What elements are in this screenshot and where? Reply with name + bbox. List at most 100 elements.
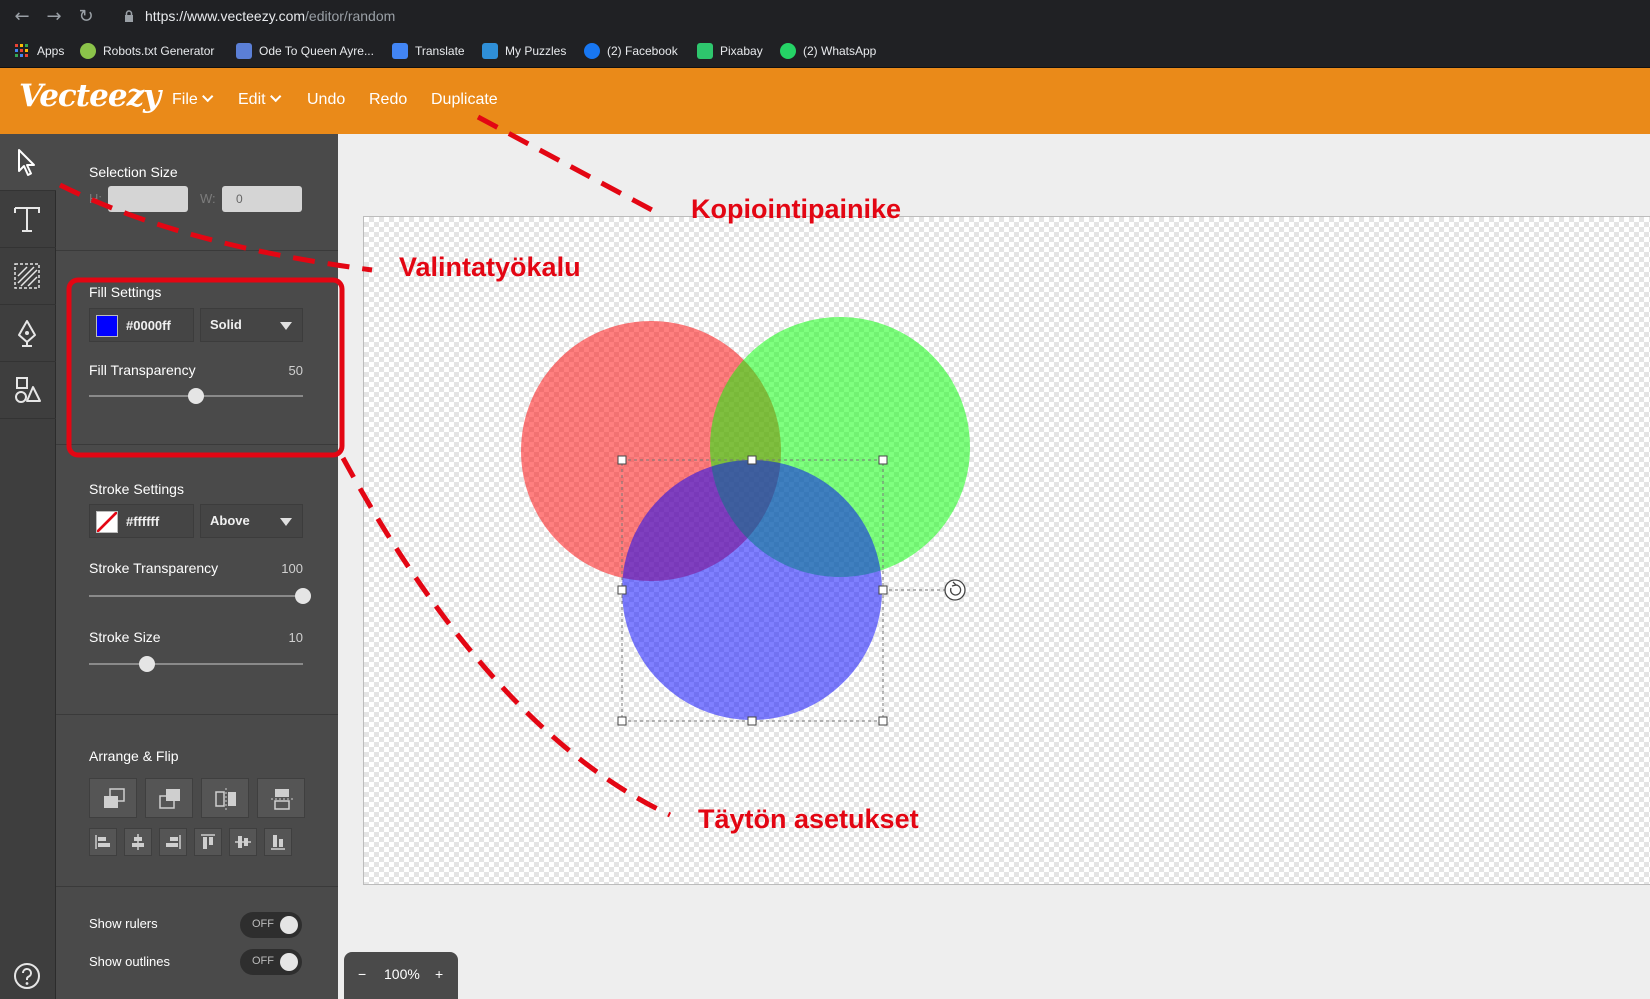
rotate-handle-icon[interactable] bbox=[944, 579, 966, 601]
send-backward-button[interactable] bbox=[89, 778, 137, 818]
bring-forward-icon bbox=[159, 789, 180, 809]
show-rulers-toggle[interactable]: OFF bbox=[240, 912, 302, 938]
align-right-icon bbox=[166, 835, 181, 849]
stroke-color-value: #ffffff bbox=[126, 514, 160, 529]
dropdown-arrow-icon bbox=[280, 322, 292, 330]
url-host: https://www.vecteezy.com bbox=[145, 8, 306, 24]
stroke-size-track[interactable] bbox=[89, 663, 303, 665]
divider bbox=[56, 444, 338, 445]
zoom-in-button[interactable]: + bbox=[435, 966, 443, 982]
align-bottom-button[interactable] bbox=[264, 828, 292, 856]
zoom-out-button[interactable]: − bbox=[358, 966, 366, 982]
chevron-down-icon bbox=[201, 90, 214, 103]
forward-arrow-icon[interactable]: → bbox=[40, 3, 68, 31]
shapes-tool-icon bbox=[15, 377, 41, 403]
selection-size-title: Selection Size bbox=[89, 164, 178, 180]
bookmark-label: My Puzzles bbox=[505, 44, 567, 58]
bookmark-whatsapp[interactable]: (2) WhatsApp bbox=[780, 41, 876, 61]
fill-transparency-slider-knob[interactable] bbox=[188, 388, 204, 404]
back-arrow-icon[interactable]: ← bbox=[8, 3, 36, 31]
bookmark-facebook[interactable]: (2) Facebook bbox=[584, 41, 678, 61]
duplicate-button[interactable]: Duplicate bbox=[431, 91, 498, 109]
help-icon[interactable] bbox=[13, 962, 41, 990]
vecteezy-logo[interactable]: Vecteezy bbox=[19, 78, 161, 114]
text-tool-icon bbox=[14, 207, 40, 232]
address-field[interactable]: https://www.vecteezy.com/editor/random bbox=[145, 8, 395, 24]
chevron-down-icon bbox=[269, 90, 281, 103]
width-label: W: bbox=[200, 191, 216, 206]
bookmark-ode[interactable]: Ode To Queen Ayre... bbox=[236, 41, 374, 61]
flip-horizontal-button[interactable] bbox=[201, 778, 249, 818]
flip-vertical-button[interactable] bbox=[257, 778, 305, 818]
show-outlines-label: Show outlines bbox=[89, 954, 170, 969]
stroke-transparency-value: 100 bbox=[281, 561, 303, 576]
translate-icon bbox=[392, 43, 408, 59]
stroke-size-slider-knob[interactable] bbox=[138, 656, 155, 672]
flip-vertical-icon bbox=[271, 789, 293, 810]
stroke-transparency-slider-knob[interactable] bbox=[295, 588, 311, 604]
text-tool[interactable] bbox=[0, 191, 56, 248]
height-field[interactable] bbox=[108, 186, 188, 212]
bookmark-label: Translate bbox=[415, 44, 465, 58]
flip-horizontal-icon bbox=[215, 788, 236, 810]
send-backward-icon bbox=[104, 788, 125, 808]
align-center-vertical-icon bbox=[235, 836, 251, 848]
bookmark-translate[interactable]: Translate bbox=[392, 41, 465, 61]
browser-url-bar: ← → ↻ https://www.vecteezy.com/editor/ra… bbox=[0, 0, 1650, 33]
redo-button[interactable]: Redo bbox=[369, 91, 407, 109]
stroke-position-value: Above bbox=[210, 513, 250, 528]
blue-circle[interactable] bbox=[622, 460, 882, 720]
pattern-tool[interactable] bbox=[0, 248, 56, 305]
fill-type-select[interactable]: Solid bbox=[200, 308, 303, 342]
zoom-control: − 100% + bbox=[344, 952, 458, 999]
bookmark-label: Pixabay bbox=[720, 44, 763, 58]
url-path: /editor/random bbox=[305, 8, 396, 24]
pattern-tool-icon bbox=[14, 263, 40, 289]
reload-icon[interactable]: ↻ bbox=[72, 3, 100, 31]
bookmark-label: (2) WhatsApp bbox=[803, 44, 877, 58]
align-top-button[interactable] bbox=[194, 828, 222, 856]
bookmark-apps[interactable]: Apps bbox=[14, 41, 64, 61]
bookmark-page-icon bbox=[236, 43, 252, 59]
pen-tool-icon bbox=[18, 320, 36, 347]
fill-color-value: #0000ff bbox=[126, 318, 171, 333]
toggle-knob bbox=[280, 916, 298, 934]
zoom-level: 100% bbox=[384, 966, 420, 982]
fill-transparency-value: 50 bbox=[288, 363, 303, 378]
undo-button[interactable]: Undo bbox=[307, 91, 345, 109]
bookmark-pixabay[interactable]: Pixabay bbox=[697, 41, 763, 61]
width-field[interactable]: 0 bbox=[222, 186, 302, 212]
bookmark-label: Apps bbox=[37, 44, 65, 58]
pen-tool[interactable] bbox=[0, 305, 56, 362]
bookmark-robots[interactable]: Robots.txt Generator bbox=[80, 41, 214, 61]
stroke-size-value: 10 bbox=[288, 630, 303, 645]
align-middle-v-button[interactable] bbox=[229, 828, 257, 856]
align-center-horizontal-icon bbox=[132, 834, 144, 850]
show-outlines-toggle[interactable]: OFF bbox=[240, 949, 302, 975]
bookmark-puzzles[interactable]: My Puzzles bbox=[482, 41, 566, 61]
align-left-button[interactable] bbox=[89, 828, 117, 856]
align-center-h-button[interactable] bbox=[124, 828, 152, 856]
stroke-color-picker[interactable]: #ffffff bbox=[89, 504, 194, 538]
fill-transparency-label: Fill Transparency bbox=[89, 362, 196, 378]
align-right-button[interactable] bbox=[159, 828, 187, 856]
stroke-transparency-track[interactable] bbox=[89, 595, 303, 597]
toggle-state: OFF bbox=[252, 918, 274, 930]
toggle-knob bbox=[280, 953, 298, 971]
dropdown-arrow-icon bbox=[280, 518, 292, 526]
bookmarks-bar: Apps Robots.txt Generator Ode To Queen A… bbox=[0, 33, 1650, 68]
puzzle-icon bbox=[482, 43, 498, 59]
fill-color-picker[interactable]: #0000ff bbox=[89, 308, 194, 342]
menu-edit[interactable]: Edit bbox=[238, 90, 281, 109]
robot-icon bbox=[80, 43, 96, 59]
select-tool[interactable] bbox=[0, 134, 56, 191]
stroke-position-select[interactable]: Above bbox=[200, 504, 303, 538]
menu-file[interactable]: File bbox=[172, 90, 214, 109]
align-top-icon bbox=[201, 834, 215, 849]
apps-grid-icon bbox=[15, 44, 28, 57]
align-left-icon bbox=[95, 835, 110, 849]
stroke-settings-title: Stroke Settings bbox=[89, 481, 184, 497]
menu-edit-label: Edit bbox=[238, 91, 266, 108]
bring-forward-button[interactable] bbox=[145, 778, 193, 818]
shapes-tool[interactable] bbox=[0, 362, 56, 419]
